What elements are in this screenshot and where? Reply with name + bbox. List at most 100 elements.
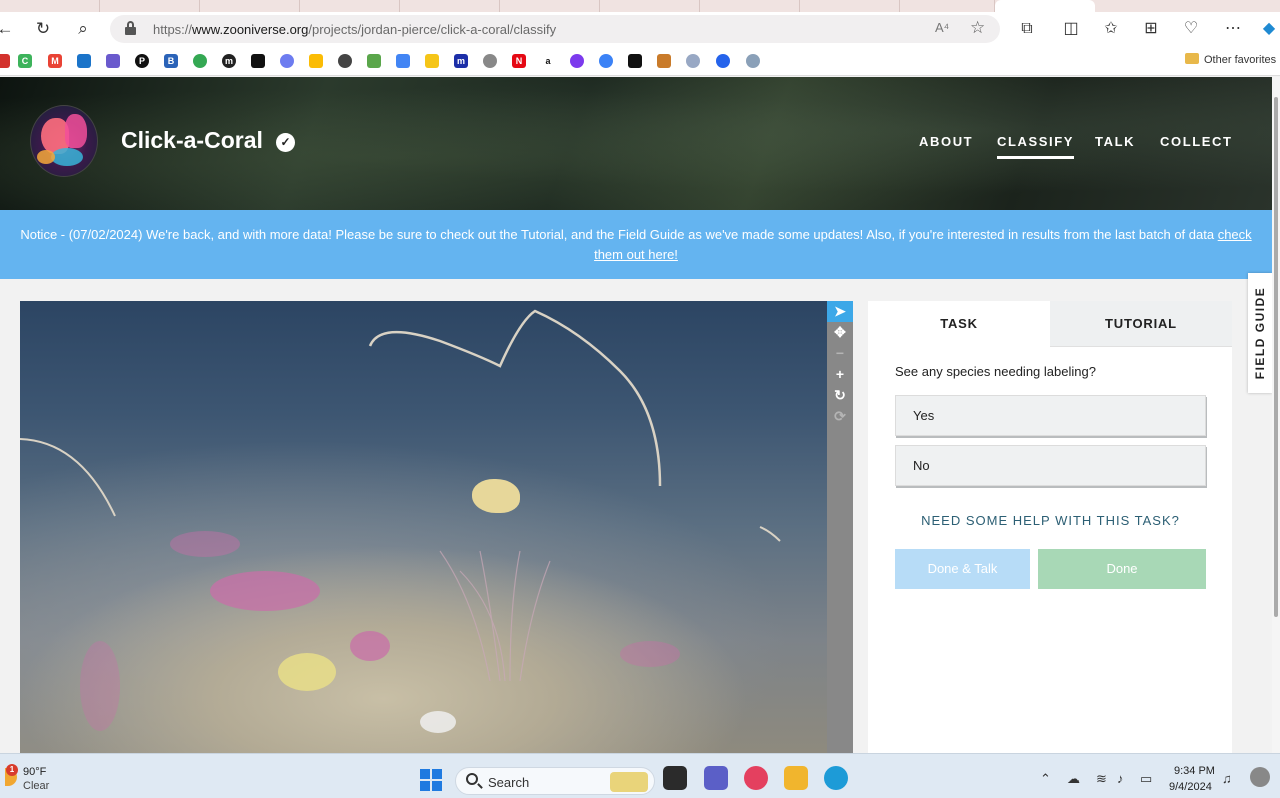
browser-tab[interactable] (600, 0, 700, 12)
more-menu-icon[interactable]: ⋯ (1222, 18, 1244, 40)
browser-tab[interactable] (800, 0, 900, 12)
show-hidden-icons-icon[interactable]: ⌃ (1040, 771, 1051, 787)
browser-tab[interactable] (300, 0, 400, 12)
field-guide-tab[interactable]: FIELD GUIDE (1248, 273, 1272, 393)
netflix-bookmark-icon[interactable]: N (512, 54, 526, 68)
bookmark-icon[interactable] (716, 54, 730, 68)
bookmark-icon[interactable] (686, 54, 700, 68)
bookmark-icon[interactable] (193, 54, 207, 68)
copilot-preview-icon[interactable] (1250, 767, 1270, 787)
nav-classify[interactable]: CLASSIFY (997, 134, 1075, 159)
url-text[interactable]: https://www.zooniverse.org/projects/jord… (153, 22, 556, 37)
collections-icon[interactable]: ⊞ (1140, 18, 1162, 40)
pointer-tool-icon[interactable]: ➤ (827, 301, 853, 322)
other-favorites-folder[interactable]: Other favorites (1185, 53, 1276, 66)
bookmark-icon[interactable] (0, 54, 10, 68)
favorite-star-icon[interactable]: ☆ (970, 18, 985, 38)
back-icon[interactable]: ← (0, 18, 16, 40)
notifications-icon[interactable]: ♫ (1222, 771, 1232, 786)
docs-bookmark-icon[interactable] (396, 54, 410, 68)
task-view-icon[interactable] (663, 766, 687, 790)
search-icon (466, 773, 478, 785)
bookmark-icon[interactable] (77, 54, 91, 68)
amazon-bookmark-icon[interactable]: a (541, 54, 555, 68)
search-highlight-icon (610, 772, 648, 792)
browser-tab-active[interactable] (995, 0, 1095, 12)
bookmark-icon[interactable] (570, 54, 584, 68)
file-explorer-icon[interactable] (784, 766, 808, 790)
browser-tab[interactable] (0, 0, 100, 12)
bookmark-icon[interactable]: m (454, 54, 468, 68)
subject-image[interactable] (20, 301, 827, 753)
done-button[interactable]: Done (1038, 549, 1206, 589)
bookmark-icon[interactable] (483, 54, 497, 68)
bookmark-icon[interactable]: m (222, 54, 236, 68)
drive-bookmark-icon[interactable] (309, 54, 323, 68)
onedrive-icon[interactable]: ☁ (1067, 771, 1080, 787)
verified-badge-icon: ✓ (276, 133, 295, 152)
browser-tab[interactable] (100, 0, 200, 12)
bookmark-icon[interactable] (657, 54, 671, 68)
zoom-in-icon[interactable]: + (827, 364, 853, 385)
bookmark-icon[interactable] (746, 54, 760, 68)
edge-icon[interactable] (824, 766, 848, 790)
nav-collect[interactable]: COLLECT (1160, 134, 1233, 149)
windows-start-icon[interactable] (420, 769, 442, 791)
address-bar[interactable]: https://www.zooniverse.org/projects/jord… (110, 15, 1000, 43)
bookmark-icon[interactable] (425, 54, 439, 68)
answer-no-button[interactable]: No (895, 445, 1206, 486)
battery-icon[interactable]: ▭ (1140, 771, 1152, 787)
search-icon[interactable]: ⌕ (72, 18, 94, 40)
browser-tab[interactable] (500, 0, 600, 12)
browser-essentials-icon[interactable]: ♡ (1180, 18, 1202, 40)
copilot-icon[interactable]: ◆ (1258, 18, 1280, 40)
bookmark-icon[interactable] (106, 54, 120, 68)
lock-icon[interactable] (125, 21, 136, 35)
answer-yes-button[interactable]: Yes (895, 395, 1206, 436)
teams-icon[interactable] (704, 766, 728, 790)
page-scrollbar[interactable] (1272, 77, 1280, 753)
clock-time[interactable]: 9:34 PM (1174, 765, 1215, 777)
tab-task[interactable]: TASK (868, 301, 1050, 347)
read-aloud-icon[interactable]: A⁴ (935, 20, 949, 35)
browser-tab[interactable] (400, 0, 500, 12)
photos-app-icon[interactable] (744, 766, 768, 790)
volume-icon[interactable]: ♪ (1117, 771, 1124, 786)
clock-date[interactable]: 9/4/2024 (1169, 781, 1212, 793)
browser-tab[interactable] (700, 0, 800, 12)
weather-widget[interactable]: 1 90°F Clear (5, 762, 65, 792)
bookmark-icon[interactable]: P (135, 54, 149, 68)
zoom-out-icon[interactable]: − (827, 343, 853, 364)
split-screen-icon[interactable]: ◫ (1060, 18, 1082, 40)
wifi-icon[interactable]: ≋ (1096, 771, 1107, 787)
bookmark-icon[interactable]: C (18, 54, 32, 68)
tab-tutorial[interactable]: TUTORIAL (1050, 301, 1232, 347)
task-help-link[interactable]: NEED SOME HELP WITH THIS TASK? (895, 513, 1206, 528)
extensions-icon[interactable]: ⧉ (1016, 18, 1038, 40)
browser-tab[interactable] (200, 0, 300, 12)
gmail-bookmark-icon[interactable]: M (48, 54, 62, 68)
project-title[interactable]: Click-a-Coral (121, 127, 263, 154)
bookmark-icon[interactable] (251, 54, 265, 68)
scrollbar-thumb[interactable] (1274, 97, 1278, 617)
browser-tab[interactable] (900, 0, 995, 12)
taskbar-search[interactable]: Search (455, 767, 655, 795)
favorites-icon[interactable]: ✩ (1100, 18, 1122, 40)
bookmark-icon[interactable] (367, 54, 381, 68)
project-avatar[interactable] (30, 105, 98, 177)
done-and-talk-button[interactable]: Done & Talk (895, 549, 1030, 589)
bookmark-icon[interactable] (280, 54, 294, 68)
coral-strands (20, 309, 781, 682)
bookmark-icon[interactable]: B (164, 54, 178, 68)
rotate-icon[interactable]: ↻ (827, 385, 853, 406)
image-toolbar: ➤ ✥ − + ↻ ⟳ (827, 301, 853, 753)
notice-text: Notice - (07/02/2024) We're back, and wi… (20, 227, 1218, 242)
nav-about[interactable]: ABOUT (919, 134, 973, 149)
move-tool-icon[interactable]: ✥ (827, 322, 853, 343)
nav-talk[interactable]: TALK (1095, 134, 1135, 149)
bookmark-icon[interactable] (628, 54, 642, 68)
bookmark-icon[interactable] (599, 54, 613, 68)
reset-icon[interactable]: ⟳ (827, 406, 853, 427)
refresh-icon[interactable]: ↻ (32, 18, 54, 40)
bookmark-icon[interactable] (338, 54, 352, 68)
